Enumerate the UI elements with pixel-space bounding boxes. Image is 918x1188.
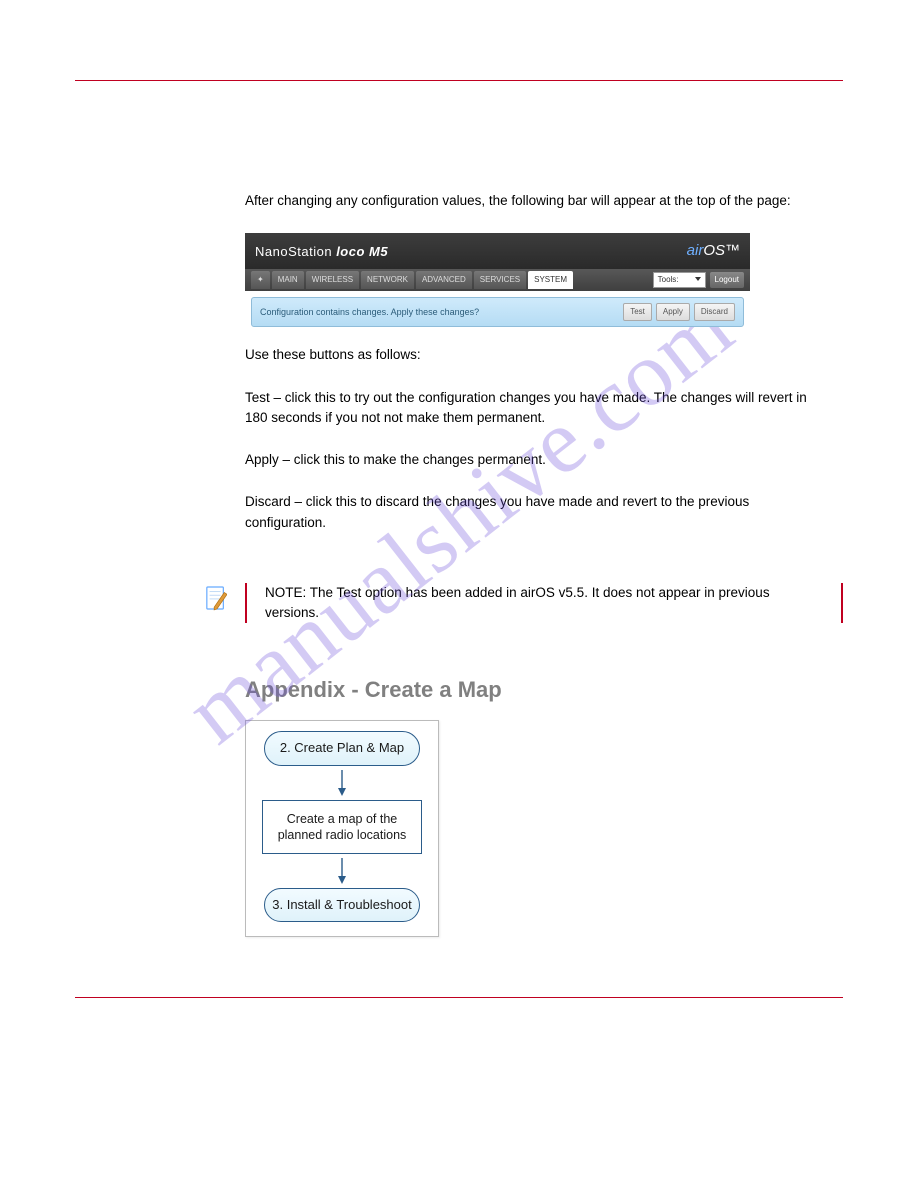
tools-dropdown[interactable]: Tools: — [653, 272, 706, 288]
change-bar-right — [841, 583, 843, 624]
appendix-heading: Appendix - Create a Map — [245, 673, 823, 706]
ss-brand-model: loco M5 — [336, 244, 388, 259]
bullet-apply: Apply – click this to make the changes p… — [245, 450, 823, 470]
airos-screenshot: NanoStation loco M5 airOS™ ✦ MAIN WIRELE… — [245, 233, 750, 327]
ss-tabbar: ✦ MAIN WIRELESS NETWORK ADVANCED SERVICE… — [245, 269, 750, 291]
tab-network[interactable]: NETWORK — [361, 271, 414, 289]
test-button[interactable]: Test — [623, 303, 652, 321]
arrow-2 — [337, 858, 347, 884]
bullet-discard: Discard – click this to discard the chan… — [245, 492, 823, 533]
top-rule — [75, 80, 843, 81]
arrow-1 — [337, 770, 347, 796]
flow-step-2: 2. Create Plan & Map — [264, 731, 420, 765]
note-icon — [205, 585, 227, 611]
flow-mid-box: Create a map of the planned radio locati… — [262, 800, 422, 855]
logout-button[interactable]: Logout — [710, 272, 744, 288]
tab-system[interactable]: SYSTEM — [528, 271, 573, 289]
flow-step-3: 3. Install & Troubleshoot — [264, 888, 420, 922]
tab-main[interactable]: MAIN — [272, 271, 304, 289]
apply-changes-text: Configuration contains changes. Apply th… — [260, 306, 479, 320]
apply-button[interactable]: Apply — [656, 303, 690, 321]
tab-logo[interactable]: ✦ — [251, 271, 270, 289]
bullet-test: Test – click this to try out the configu… — [245, 388, 823, 429]
tab-advanced[interactable]: ADVANCED — [416, 271, 472, 289]
discard-button[interactable]: Discard — [694, 303, 735, 321]
ss-airos-logo: airOS™ — [687, 240, 740, 263]
bottom-rule — [75, 997, 843, 998]
intro-paragraph: After changing any configuration values,… — [245, 191, 823, 211]
buttons-paragraph: Use these buttons as follows: — [245, 345, 823, 365]
ss-brand-prefix: NanoStation — [255, 244, 332, 259]
ss-brand: NanoStation loco M5 — [255, 242, 388, 262]
tab-wireless[interactable]: WIRELESS — [306, 271, 359, 289]
change-bar-left — [245, 583, 247, 624]
note-text: NOTE: The Test option has been added in … — [265, 583, 831, 624]
tab-services[interactable]: SERVICES — [474, 271, 526, 289]
apply-changes-bar: Configuration contains changes. Apply th… — [251, 297, 744, 327]
ss-os: OS — [703, 242, 725, 259]
flowchart: 2. Create Plan & Map Create a map of the… — [245, 720, 823, 937]
ss-titlebar: NanoStation loco M5 airOS™ — [245, 233, 750, 269]
ss-air: air — [687, 242, 704, 259]
